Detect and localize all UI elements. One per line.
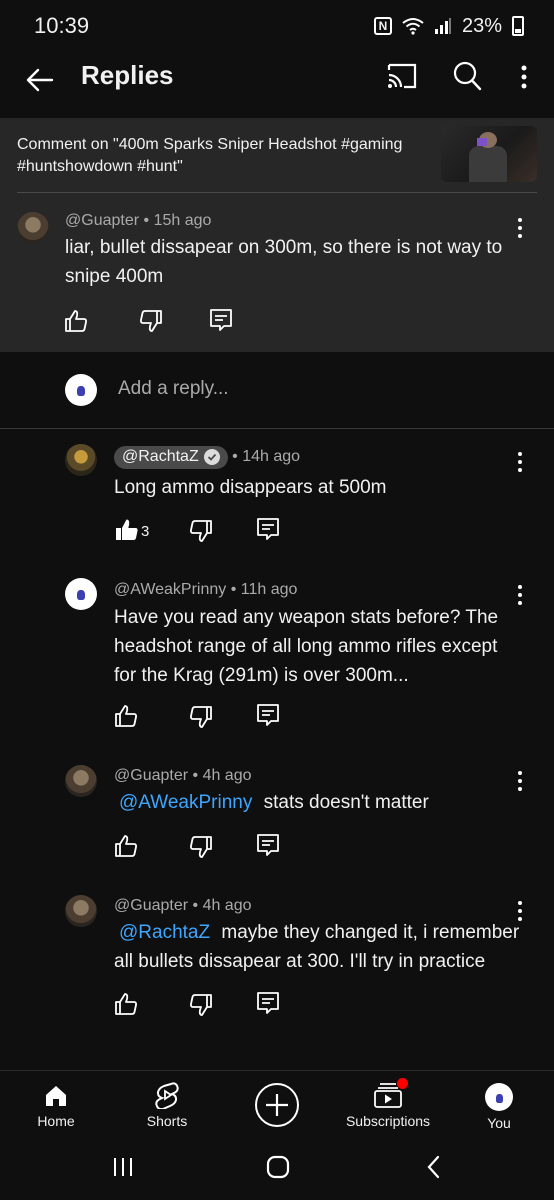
wifi-icon (402, 18, 424, 35)
comment-time: 14h ago (242, 448, 301, 465)
video-thumbnail[interactable] (441, 126, 537, 182)
dislike-icon[interactable] (188, 704, 214, 730)
add-reply-input[interactable]: Add a reply... (118, 378, 229, 400)
avatar[interactable] (65, 578, 97, 610)
comment-author[interactable]: @Guapter (114, 897, 188, 914)
like-icon[interactable] (113, 703, 139, 729)
comment-header: @Guapter • 4h ago (114, 897, 252, 915)
system-navigation-bar (0, 1140, 554, 1200)
shorts-icon (155, 1082, 179, 1109)
reply-icon[interactable] (255, 990, 281, 1016)
dislike-icon[interactable] (188, 518, 214, 544)
comment-time: 15h ago (153, 212, 212, 229)
reply-icon[interactable] (208, 307, 234, 333)
like-count: 3 (141, 523, 150, 540)
comment-time: 11h ago (240, 581, 298, 598)
status-icons: N 23% (373, 14, 524, 38)
divider (0, 428, 554, 429)
page-title: Replies (81, 60, 174, 90)
comment-header: @Guapter • 15h ago (65, 212, 211, 230)
status-bar: 10:39 N 23% (0, 0, 554, 52)
nav-you[interactable]: You (472, 1071, 526, 1141)
dislike-icon[interactable] (188, 992, 214, 1018)
avatar[interactable] (65, 444, 97, 476)
comment-time: 4h ago (202, 767, 252, 784)
separator-dot: • (143, 212, 154, 229)
nav-home[interactable]: Home (22, 1071, 90, 1141)
home-button-icon[interactable] (266, 1155, 290, 1179)
nav-shorts-label: Shorts (146, 1113, 188, 1129)
status-time: 10:39 (34, 13, 90, 38)
subscriptions-icon-wrap (373, 1078, 408, 1109)
comment-more-icon[interactable] (513, 451, 527, 473)
nav-shorts[interactable]: Shorts (130, 1071, 204, 1141)
avatar[interactable] (65, 765, 97, 797)
nav-you-label: You (487, 1115, 511, 1131)
divider (17, 192, 537, 193)
comment-text: @RachtaZ maybe they changed it, i rememb… (114, 918, 524, 976)
comment-author[interactable]: @AWeakPrinny (114, 581, 226, 598)
separator-dot: • (232, 448, 243, 465)
bottom-navigation: Home Shorts Subscriptions You (0, 1070, 554, 1140)
comment-message: stats doesn't matter (263, 792, 429, 813)
creator-badge[interactable]: @RachtaZ (114, 446, 228, 469)
verified-check-icon (203, 449, 220, 465)
comment-text: Have you read any weapon stats before? T… (114, 607, 499, 686)
video-context-label[interactable]: Comment on "400m Sparks Sniper Headshot … (17, 134, 427, 178)
comment-header: @RachtaZ • 14h ago (114, 446, 300, 469)
search-icon[interactable] (452, 60, 482, 92)
reply-icon[interactable] (255, 832, 281, 858)
comment-header: @AWeakPrinny • 11h ago (114, 581, 297, 599)
dislike-icon[interactable] (188, 834, 214, 860)
notification-dot (397, 1078, 408, 1089)
comment-author[interactable]: @Guapter (114, 767, 188, 784)
avatar[interactable] (65, 895, 97, 927)
avatar[interactable] (17, 212, 49, 244)
mention-link[interactable]: @AWeakPrinny (119, 792, 252, 813)
comment-text: @AWeakPrinny stats doesn't matter (114, 788, 524, 817)
signal-icon (434, 18, 451, 34)
thumbnail-logo (477, 138, 487, 146)
system-back-icon[interactable] (426, 1155, 442, 1179)
separator-dot: • (192, 767, 203, 784)
like-icon[interactable] (113, 991, 139, 1017)
mention-link[interactable]: @RachtaZ (119, 922, 210, 943)
reply-icon[interactable] (255, 516, 281, 542)
home-icon (46, 1086, 66, 1106)
reply-icon[interactable] (255, 702, 281, 728)
nav-subscriptions-label: Subscriptions (345, 1113, 431, 1129)
comment-text: Long ammo disappears at 500m (114, 477, 387, 498)
you-avatar (485, 1083, 513, 1111)
cast-icon[interactable] (386, 61, 418, 91)
like-icon[interactable] (113, 833, 139, 859)
battery-percent: 23% (461, 14, 502, 37)
comment-text: liar, bullet dissapear on 300m, so there… (65, 237, 503, 287)
recent-apps-icon[interactable] (111, 1156, 135, 1178)
comment-header: @Guapter • 4h ago (114, 767, 252, 785)
nav-home-label: Home (37, 1113, 75, 1129)
dislike-icon[interactable] (138, 308, 164, 334)
create-button[interactable] (253, 1071, 301, 1141)
more-options-icon[interactable] (512, 62, 536, 92)
thumbnail-figure (469, 146, 507, 182)
back-arrow-icon[interactable] (22, 62, 58, 98)
separator-dot: • (192, 897, 203, 914)
avatar (65, 374, 97, 406)
nav-subscriptions[interactable]: Subscriptions (340, 1071, 436, 1141)
like-filled-icon[interactable] (114, 517, 140, 543)
comment-more-icon[interactable] (513, 217, 527, 239)
comment-author: @RachtaZ (122, 448, 199, 465)
battery-icon (512, 16, 524, 36)
add-icon (255, 1083, 299, 1127)
comment-author[interactable]: @Guapter (65, 212, 139, 229)
separator-dot: • (230, 581, 241, 598)
comment-time: 4h ago (202, 897, 252, 914)
nfc-icon: N (373, 17, 392, 35)
top-app-bar: Replies (0, 52, 554, 118)
like-icon[interactable] (63, 308, 89, 334)
